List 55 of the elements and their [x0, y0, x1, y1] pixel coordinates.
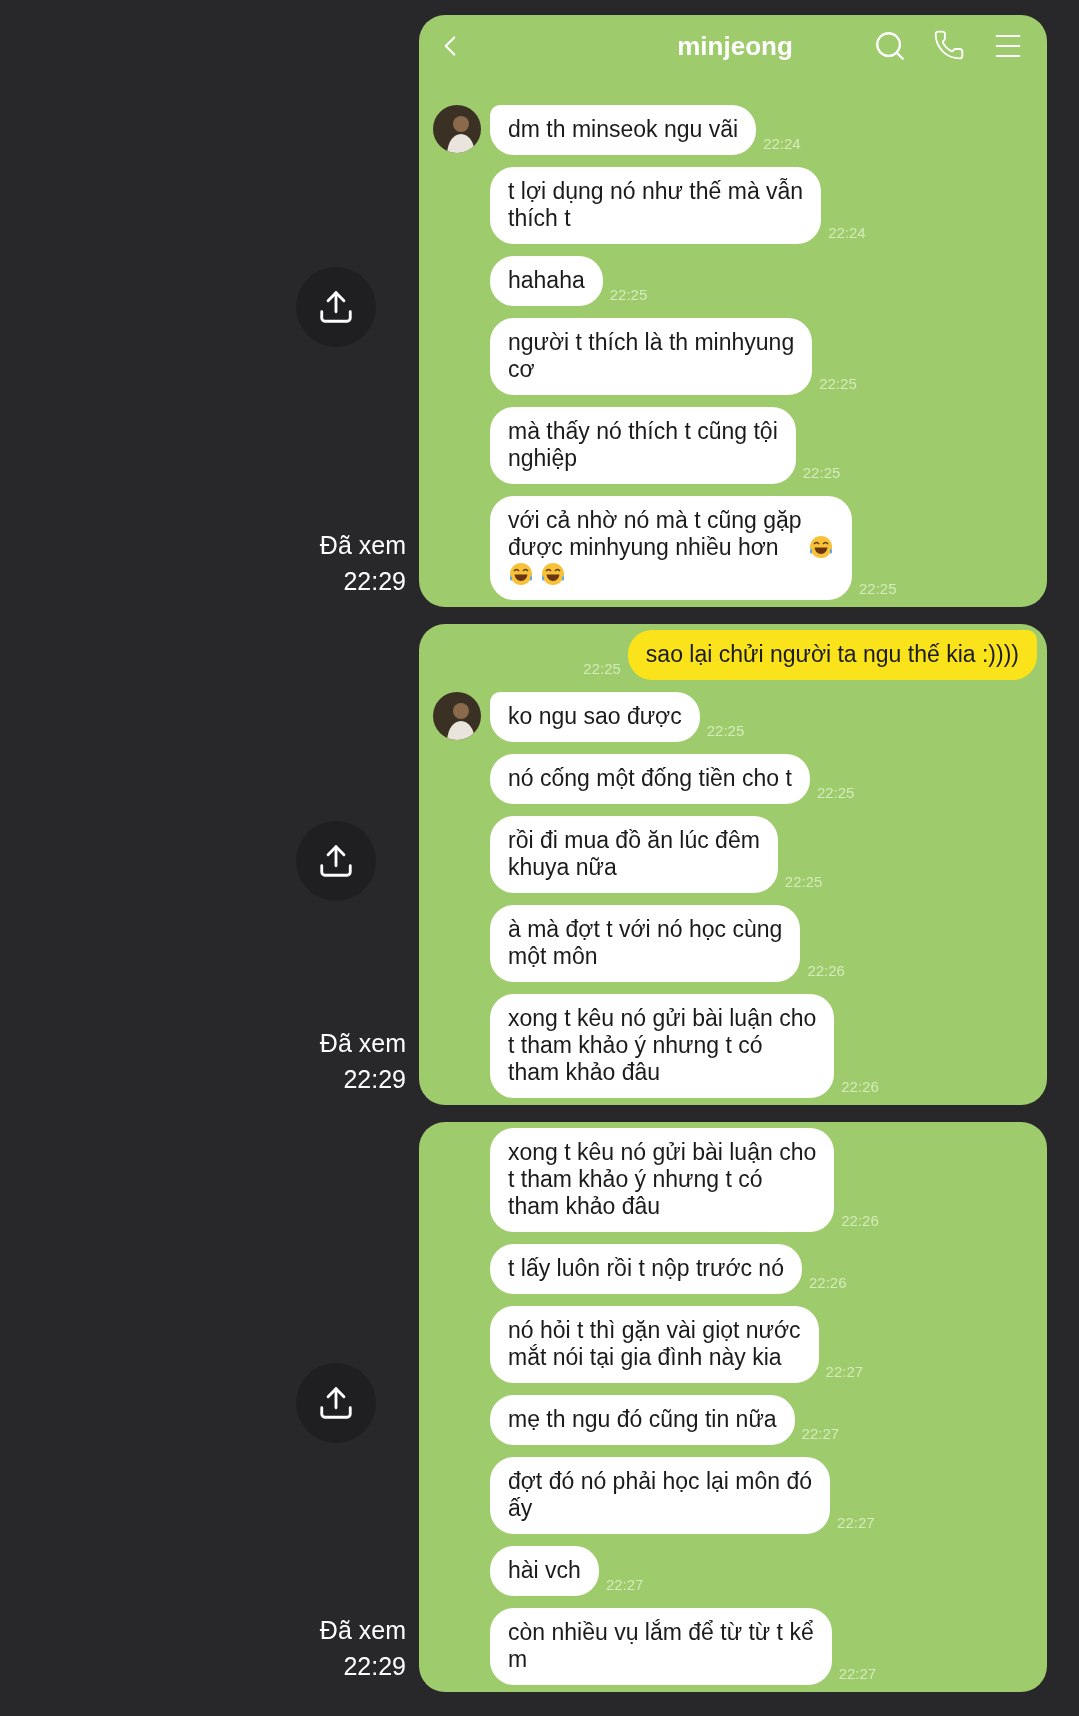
message-time: 22:25 — [819, 375, 857, 394]
message-time: 22:25 — [802, 464, 841, 483]
phone-icon — [933, 29, 965, 61]
message-text: đợt đó nó phải học lại môn đó ấy — [508, 1468, 813, 1522]
message-time: 22:25 — [784, 873, 823, 892]
message-text: xong t kêu nó gửi bài luận cho t tham khảo ý nhưng t có tham khảo đâu — [508, 1139, 817, 1220]
message-time: 22:27 — [838, 1665, 877, 1684]
laughing-emoji-icon — [508, 561, 534, 587]
laughing-emoji-icon — [540, 561, 567, 587]
message-text: dm th minseok ngu vãi — [508, 116, 739, 143]
message-text: ko ngu sao được — [508, 703, 682, 730]
laughing-emoji-icon — [807, 534, 834, 560]
message-text: hahaha — [508, 267, 585, 294]
message-text: người t thích là th minhyung cơ — [508, 329, 795, 383]
message-time: 22:26 — [808, 1274, 847, 1293]
avatar — [433, 692, 481, 740]
message-time: 22:24 — [828, 224, 866, 243]
message-time: 22:27 — [605, 1576, 644, 1595]
search-icon — [873, 29, 907, 63]
message-text: à mà đợt t với nó học cùng một môn — [508, 916, 783, 970]
message-text: sao lại chửi người ta ngu thế kia :)))) — [645, 641, 1019, 668]
message-text: hài vch — [508, 1557, 581, 1584]
message-text: nó cống một đống tiền cho t — [508, 765, 792, 792]
message-time: 22:25 — [706, 722, 745, 741]
message-time: 22:25 — [583, 660, 621, 679]
read-status: Đã xem — [319, 1028, 406, 1059]
message-time: 22:27 — [825, 1363, 864, 1382]
read-time: 22:29 — [343, 566, 406, 597]
message-time: 22:26 — [807, 962, 845, 981]
message-text: mà thấy nó thích t cũng tội nghiệp — [508, 418, 778, 472]
read-status: Đã xem — [319, 530, 406, 561]
message-time: 22:26 — [841, 1078, 879, 1097]
message-time: 22:25 — [858, 580, 897, 599]
message-text: t lấy luôn rồi t nộp trước nó — [508, 1255, 784, 1282]
avatar — [433, 105, 481, 153]
read-time: 22:29 — [343, 1064, 406, 1095]
message-text: nó hỏi t thì gặn vài giọt nước mắt nói tại gia đình này kia — [508, 1317, 801, 1371]
message-text: t lợi dụng nó như thế mà vẫn thích t — [508, 178, 804, 232]
message-time: 22:27 — [837, 1514, 875, 1533]
message-text: mẹ th ngu đó cũng tin nữa — [508, 1406, 777, 1433]
read-status: Đã xem — [319, 1615, 406, 1646]
message-text: với cả nhờ nó mà t cũng gặp được minhyung nhiều hơn — [508, 507, 802, 561]
message-text: xong t kêu nó gửi bài luận cho t tham khảo ý nhưng t có tham khảo đâu — [508, 1005, 817, 1086]
message-text: còn nhiều vụ lắm để từ từ t kể m — [508, 1619, 814, 1673]
search-button[interactable] — [873, 29, 907, 63]
message-time: 22:25 — [609, 286, 648, 305]
message-time: 22:25 — [816, 784, 855, 803]
upload-icon — [317, 1384, 355, 1422]
read-time: 22:29 — [343, 1651, 406, 1682]
message-text: rồi đi mua đồ ăn lúc đêm khuya nữa — [508, 827, 760, 881]
upload-icon — [317, 288, 355, 326]
chat-title: minjeong — [677, 30, 793, 62]
message-time: 22:26 — [841, 1212, 879, 1231]
message-time: 22:27 — [801, 1425, 840, 1444]
message-time: 22:24 — [763, 135, 801, 154]
